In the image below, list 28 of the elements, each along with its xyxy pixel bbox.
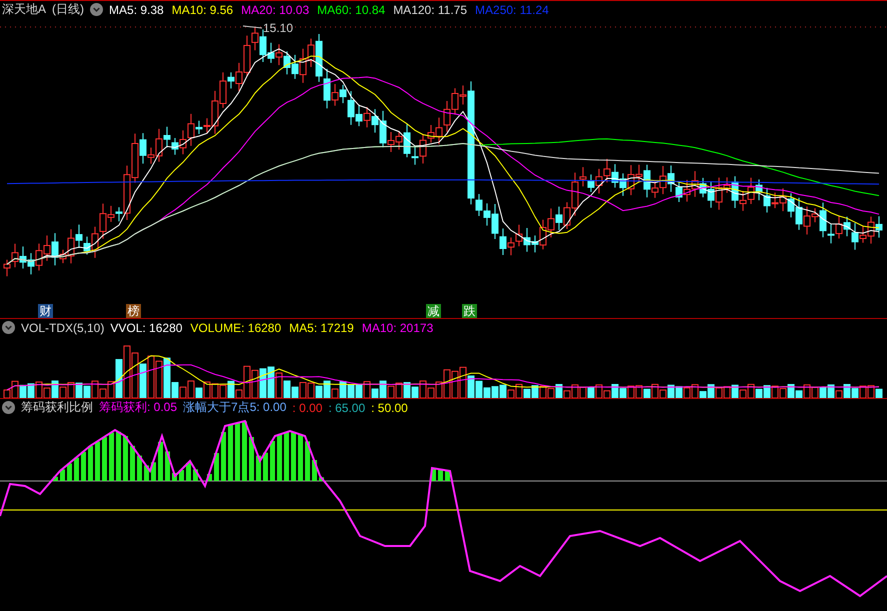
indicator-value: MA10: 9.56 — [172, 2, 234, 16]
indicator-value: : 50.00 — [371, 400, 408, 414]
indicator-value: MA20: 10.03 — [241, 2, 310, 16]
indicator-value: MA10: 20173 — [362, 320, 434, 334]
indicator-value: VVOL: 16280 — [110, 320, 182, 334]
indicator-value: MA5: 9.38 — [109, 2, 164, 16]
stock-name: 深天地A — [2, 1, 46, 18]
indicator-value: : 0.00 — [292, 400, 322, 414]
indicator-value: 筹码获利: 0.05 — [99, 399, 178, 416]
indicator-value: MA60: 10.84 — [317, 2, 386, 16]
indicator-value: MA250: 11.24 — [475, 2, 549, 16]
dropdown-icon[interactable] — [2, 321, 15, 334]
event-marker[interactable]: 财 — [38, 304, 53, 318]
event-marker[interactable]: 榜 — [126, 304, 141, 318]
indicator-value: : 65.00 — [328, 400, 366, 414]
event-marker[interactable]: 跌 — [462, 304, 477, 318]
indicator-value: 涨幅大于7点5: 0.00 — [183, 399, 286, 416]
indicator-value: VOLUME: 16280 — [190, 320, 282, 334]
indicator-value: MA5: 17219 — [289, 320, 354, 334]
high-price-label: 15.10 — [263, 21, 294, 35]
dropdown-icon[interactable] — [90, 3, 104, 16]
indicator-value: MA120: 11.75 — [393, 2, 468, 16]
indicator-name: VOL-TDX(5,10) — [21, 320, 104, 334]
indicator-name: 筹码获利比例 — [21, 399, 93, 416]
dropdown-icon[interactable] — [2, 401, 15, 414]
period-label: (日线) — [52, 1, 84, 18]
event-marker[interactable]: 减 — [426, 304, 441, 318]
leader-line — [242, 26, 262, 28]
